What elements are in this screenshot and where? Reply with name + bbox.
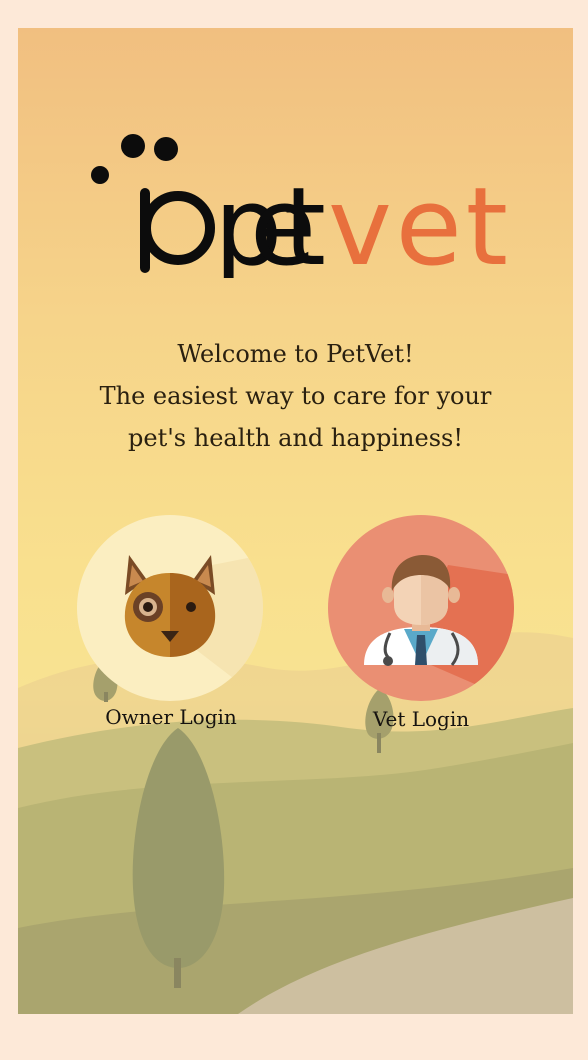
vet-login-circle[interactable]: [328, 515, 514, 701]
owner-login-circle[interactable]: [77, 515, 263, 701]
doctor-icon: [364, 555, 514, 701]
dog-icon: [124, 555, 263, 701]
owner-login-label[interactable]: Owner Login: [51, 705, 291, 729]
app-screen: pet vet Welcome to PetVet! The easiest w…: [18, 28, 573, 1014]
welcome-line-3: pet's health and happiness!: [128, 424, 463, 452]
vet-login-label[interactable]: Vet Login: [301, 707, 541, 731]
logo-text-pet: pet: [214, 165, 324, 278]
logo-p-bowl: [141, 191, 215, 265]
welcome-message: Welcome to PetVet! The easiest way to ca…: [18, 333, 573, 459]
petvet-logo: pet vet: [91, 134, 508, 278]
owner-login-button[interactable]: Owner Login: [48, 515, 288, 745]
welcome-line-2: The easiest way to care for your: [99, 382, 492, 410]
paw-icon: [91, 134, 178, 184]
logo-text-vet: vet: [328, 165, 506, 278]
vet-login-button[interactable]: Vet Login: [314, 515, 554, 745]
welcome-line-1: Welcome to PetVet!: [177, 340, 414, 368]
